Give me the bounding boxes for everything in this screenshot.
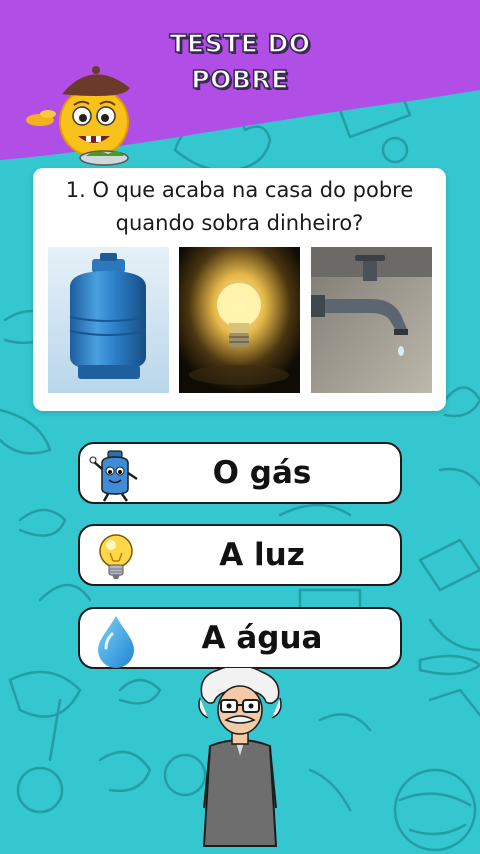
poor-emoji-character-icon — [26, 66, 130, 166]
gas-cylinder-mascot-icon — [89, 450, 138, 502]
gas-cylinder-image — [48, 247, 169, 393]
light-bulb-icon — [99, 534, 133, 579]
answer-label: A luz — [219, 537, 305, 573]
question-card: 1. O que acaba na casa do pobre quando s… — [33, 168, 446, 411]
answer-option-water[interactable]: A água — [78, 607, 402, 669]
page-title: TESTE DO POBRE — [150, 26, 330, 98]
answer-label: O gás — [212, 455, 312, 491]
answer-option-light[interactable]: A luz — [78, 524, 402, 586]
title-line-1: TESTE DO — [169, 28, 311, 59]
answer-label: A água — [201, 620, 323, 656]
answer-option-gas[interactable]: O gás — [78, 442, 402, 504]
light-bulb-image — [179, 247, 300, 393]
old-man-character-icon — [198, 668, 282, 847]
question-text: 1. O que acaba na casa do pobre quando s… — [65, 178, 414, 235]
water-tap-image — [311, 247, 432, 393]
title-line-2: POBRE — [191, 64, 289, 95]
water-drop-icon — [98, 616, 134, 668]
